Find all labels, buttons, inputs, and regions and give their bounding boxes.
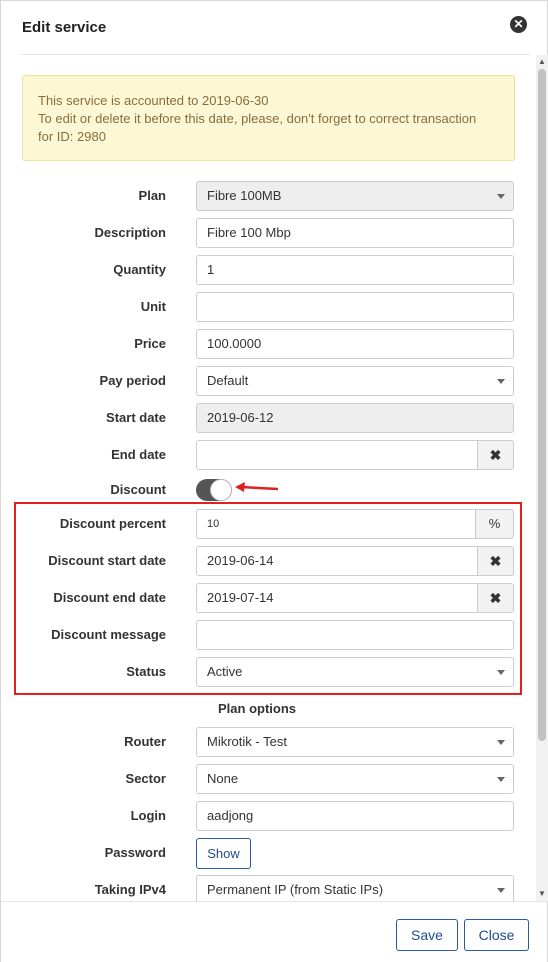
- price-label: Price: [134, 336, 166, 351]
- taking-ipv4-select[interactable]: Permanent IP (from Static IPs): [196, 875, 514, 901]
- price-row: Price 100.0000: [1, 329, 531, 359]
- description-label: Description: [94, 225, 166, 240]
- password-label: Password: [104, 845, 166, 860]
- sector-row: Sector None: [1, 764, 531, 794]
- taking-ipv4-label: Taking IPv4: [94, 882, 166, 897]
- scrollbar[interactable]: ▲ ▼: [536, 55, 548, 901]
- modal-header: Edit service ✕: [1, 1, 547, 55]
- red-arrow-icon: [235, 482, 279, 492]
- router-label: Router: [124, 734, 166, 749]
- login-row: Login aadjong: [1, 801, 531, 831]
- start-date-row: Start date 2019-06-12: [1, 403, 531, 433]
- router-row: Router Mikrotik - Test: [1, 727, 531, 757]
- end-date-row: End date ✖: [1, 440, 531, 470]
- show-password-button[interactable]: Show: [196, 838, 251, 869]
- edit-service-modal: Edit service ✕ This service is accounted…: [0, 0, 548, 962]
- pay-period-label: Pay period: [99, 373, 166, 388]
- pay-period-row: Pay period Default: [1, 366, 531, 396]
- quantity-label: Quantity: [113, 262, 166, 277]
- modal-title: Edit service: [22, 19, 107, 36]
- sector-value: None: [207, 771, 239, 786]
- description-row: Description Fibre 100 Mbp: [1, 218, 531, 248]
- end-date-clear-icon[interactable]: ✖: [477, 440, 514, 470]
- login-value: aadjong: [207, 808, 254, 823]
- start-date-label: Start date: [106, 410, 166, 425]
- sector-select[interactable]: None: [196, 764, 514, 794]
- plan-select[interactable]: Fibre 100MB: [196, 181, 514, 211]
- scroll-up-icon[interactable]: ▲: [537, 57, 547, 67]
- accounting-alert: This service is accounted to 2019-06-30 …: [22, 75, 515, 161]
- modal-body[interactable]: This service is accounted to 2019-06-30 …: [1, 55, 547, 901]
- pay-period-select[interactable]: Default: [196, 366, 514, 396]
- plan-row: Plan Fibre 100MB: [1, 181, 531, 211]
- scroll-thumb[interactable]: [538, 69, 546, 741]
- pay-period-value: Default: [207, 373, 249, 388]
- login-input[interactable]: aadjong: [196, 801, 514, 831]
- close-circle-icon[interactable]: ✕: [510, 16, 527, 33]
- login-label: Login: [130, 808, 166, 823]
- quantity-value: 1: [207, 262, 215, 277]
- start-date-input: 2019-06-12: [196, 403, 514, 433]
- price-value: 100.0000: [207, 336, 262, 351]
- price-input[interactable]: 100.0000: [196, 329, 514, 359]
- discount-toggle[interactable]: [196, 479, 232, 501]
- end-date-input[interactable]: [196, 440, 478, 470]
- sector-label: Sector: [125, 771, 166, 786]
- taking-ipv4-row: Taking IPv4 Permanent IP (from Static IP…: [1, 875, 531, 901]
- alert-line-3: for ID: 2980: [38, 129, 106, 144]
- taking-ipv4-value: Permanent IP (from Static IPs): [207, 882, 384, 897]
- start-date-value: 2019-06-12: [207, 410, 274, 425]
- end-date-label: End date: [111, 447, 166, 462]
- plan-value: Fibre 100MB: [207, 188, 282, 203]
- save-button[interactable]: Save: [396, 919, 458, 951]
- password-row: Password Show: [1, 838, 531, 869]
- alert-line-2: To edit or delete it before this date, p…: [38, 111, 477, 126]
- discount-row: Discount: [1, 477, 531, 503]
- unit-row: Unit: [1, 292, 531, 322]
- router-select[interactable]: Mikrotik - Test: [196, 727, 514, 757]
- router-value: Mikrotik - Test: [207, 734, 287, 749]
- plan-label: Plan: [138, 188, 166, 203]
- close-button[interactable]: Close: [464, 919, 529, 951]
- quantity-input[interactable]: 1: [196, 255, 514, 285]
- unit-input[interactable]: [196, 292, 514, 322]
- scroll-down-icon[interactable]: ▼: [537, 889, 547, 899]
- discount-label: Discount: [110, 482, 166, 497]
- description-input[interactable]: Fibre 100 Mbp: [196, 218, 514, 248]
- modal-footer: Save Close: [1, 901, 547, 962]
- description-value: Fibre 100 Mbp: [207, 225, 291, 240]
- toggle-knob: [210, 479, 232, 501]
- quantity-row: Quantity 1: [1, 255, 531, 285]
- alert-line-1: This service is accounted to 2019-06-30: [38, 93, 269, 108]
- plan-options-title: Plan options: [218, 701, 296, 716]
- discount-highlight-box: [14, 502, 522, 695]
- unit-label: Unit: [140, 299, 166, 314]
